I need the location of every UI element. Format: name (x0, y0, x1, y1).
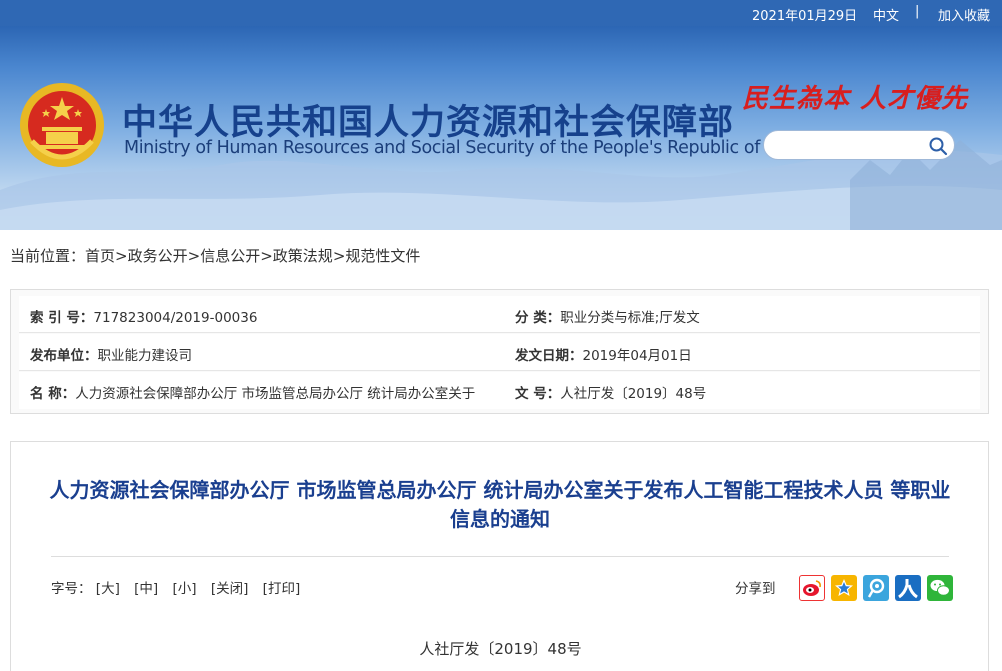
font-small-button[interactable]: [小] (172, 581, 196, 597)
date-label: 发文日期： (515, 348, 583, 364)
docno-value: 人社厅发〔2019〕48号 (560, 386, 707, 402)
breadcrumb-sep: > (115, 247, 128, 265)
slogan: 民生為本 人才優先 (742, 84, 969, 114)
font-medium-button[interactable]: [中] (134, 581, 158, 597)
tencent-weibo-icon[interactable] (863, 575, 889, 601)
info-row: 索 引 号：717823004/2019-00036 分 类：职业分类与标准;厅… (19, 296, 980, 333)
current-date: 2021年01月29日 (752, 9, 858, 24)
document-number: 文 号：人社厅发〔2019〕48号 (515, 382, 706, 402)
publisher-label: 发布单位： (30, 348, 98, 364)
name-label: 名 称： (30, 386, 76, 402)
breadcrumb-sep: > (260, 247, 273, 265)
search-input[interactable] (776, 136, 926, 154)
close-button[interactable]: [关闭] (211, 581, 249, 597)
article-panel: 人力资源社会保障部办公厅 市场监管总局办公厅 统计局办公室关于发布人工智能工程技… (10, 441, 989, 671)
info-row: 名 称：人力资源社会保障部办公厅 市场监管总局办公厅 统计局办公室关于 文 号：… (19, 372, 980, 409)
add-favorite-link[interactable]: 加入收藏 (938, 5, 990, 24)
print-button[interactable]: [打印] (263, 581, 301, 597)
separator: | (915, 4, 920, 19)
renren-icon[interactable] (895, 575, 921, 601)
category-value: 职业分类与标准;厅发文 (560, 310, 700, 326)
publisher: 发布单位：职业能力建设司 (30, 344, 495, 364)
breadcrumb-sep: > (187, 247, 201, 265)
breadcrumb-policy[interactable]: 政策法规 (273, 247, 333, 265)
font-size-label: 字号： (51, 581, 92, 597)
publisher-value: 职业能力建设司 (97, 348, 193, 364)
breadcrumb-prefix: 当前位置： (10, 247, 86, 265)
breadcrumb-sep: > (332, 247, 346, 265)
weibo-icon[interactable] (799, 575, 825, 601)
docno-label: 文 号： (515, 386, 561, 402)
article-title: 人力资源社会保障部办公厅 市场监管总局办公厅 统计局办公室关于发布人工智能工程技… (49, 478, 951, 531)
breadcrumb-gov-affairs[interactable]: 政务公开 (128, 247, 188, 265)
category-label: 分 类： (515, 310, 561, 326)
document-info-box: 索 引 号：717823004/2019-00036 分 类：职业分类与标准;厅… (10, 289, 989, 414)
share-label: 分享到 (735, 581, 776, 597)
date-value: 2019年04月01日 (582, 348, 692, 364)
breadcrumb: 当前位置：首页>政务公开>信息公开>政策法规>规范性文件 (10, 245, 420, 266)
index-number: 索 引 号：717823004/2019-00036 (30, 306, 495, 326)
category: 分 类：职业分类与标准;厅发文 (515, 306, 700, 326)
font-size-controls: 字号： [大] [中] [小] [关闭] [打印] (51, 577, 310, 597)
search-icon[interactable] (928, 136, 948, 156)
ministry-title-en: Ministry of Human Resources and Social S… (124, 138, 814, 158)
name-value: 人力资源社会保障部办公厅 市场监管总局办公厅 统计局办公室关于 (75, 386, 476, 402)
emblem-icon (20, 83, 104, 167)
info-row: 发布单位：职业能力建设司 发文日期：2019年04月01日 (19, 334, 980, 371)
top-bar: 2021年01月29日 中文 | 加入收藏 (0, 0, 1002, 26)
language-link[interactable]: 中文 (873, 5, 899, 24)
header-banner: 中华人民共和国人力资源和社会保障部 Ministry of Human Reso… (0, 26, 1002, 230)
index-value: 717823004/2019-00036 (93, 310, 258, 326)
document-number-line: 人社厅发〔2019〕48号 (419, 640, 582, 658)
divider (51, 556, 949, 557)
breadcrumb-normative-docs[interactable]: 规范性文件 (345, 247, 420, 265)
font-large-button[interactable]: [大] (96, 581, 120, 597)
breadcrumb-info-disclosure[interactable]: 信息公开 (200, 247, 260, 265)
document-name: 名 称：人力资源社会保障部办公厅 市场监管总局办公厅 统计局办公室关于 (30, 382, 495, 402)
qzone-icon[interactable] (831, 575, 857, 601)
index-label: 索 引 号： (30, 310, 94, 326)
search-box (763, 130, 955, 160)
breadcrumb-home[interactable]: 首页 (85, 247, 115, 265)
wechat-icon[interactable] (927, 575, 953, 601)
issue-date: 发文日期：2019年04月01日 (515, 344, 692, 364)
